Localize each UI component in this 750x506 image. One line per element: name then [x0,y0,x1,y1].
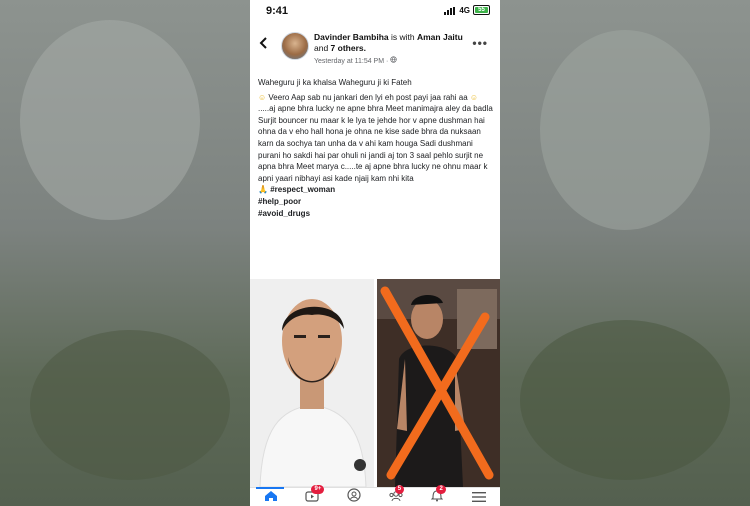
background-right [500,0,750,506]
tab-profile[interactable] [344,488,364,506]
post-meta: Yesterday at 11:54 PM · [314,56,397,65]
battery-icon: 55 [473,5,490,15]
phone-screen: 9:41 4G 55 Davinder Bambiha is with Aman… [250,0,500,506]
and-text: and [314,43,331,53]
more-options-icon[interactable]: ••• [472,36,488,50]
hashtag-link[interactable]: #avoid_drugs [258,209,310,218]
tab-home[interactable] [261,489,281,506]
photo-crossed-out-man[interactable] [377,279,500,487]
post-timestamp[interactable]: Yesterday at 11:54 PM [314,58,384,65]
author-name[interactable]: Davinder Bambiha [314,32,389,42]
post-header: Davinder Bambiha is with Aman Jaitu and … [250,26,500,70]
avatar[interactable] [281,32,309,60]
profile-icon [347,488,361,506]
post-paragraph: .....aj apne bhra lucky ne apne bhra Mee… [258,104,493,183]
network-label: 4G [459,5,470,15]
hashtag-link[interactable]: #help_poor [258,197,301,206]
hashtag-link[interactable]: #respect_woman [270,185,335,194]
photo-grid [250,279,500,487]
back-chevron-icon[interactable] [259,36,267,54]
hamburger-menu-icon [472,489,487,506]
tab-groups[interactable]: 5 [386,484,406,505]
tab-menu[interactable] [469,491,489,505]
tagged-name[interactable]: Aman Jaitu [417,32,463,42]
home-icon [264,489,278,506]
post-body: Waheguru ji ka khalsa Waheguru ji ki Fat… [258,77,494,219]
notifications-badge: 2 [436,484,446,494]
watch-badge: 9+ [311,484,325,494]
tagged-others[interactable]: 7 others. [331,43,366,53]
groups-badge: 5 [394,484,405,494]
status-bar: 9:41 4G 55 [250,0,500,22]
smiley-emoji-icon: ☺ [469,92,479,102]
pointing-emoji-icon: ☺ [258,92,267,102]
post-line-2: Veero Aap sab nu jankari den lyi eh post… [268,92,468,102]
battery-level: 55 [478,7,485,13]
photo-man-portrait[interactable] [250,279,374,487]
post-line-1: Waheguru ji ka khalsa Waheguru ji ki Fat… [258,78,412,87]
praying-hands-icon: 🙏 [258,185,268,195]
signal-icon [444,6,456,15]
active-tab-indicator [256,487,284,489]
with-text: is with [388,32,417,42]
tab-watch[interactable]: 9+ [302,484,325,505]
bottom-tab-bar: 9+ 5 2 [250,484,500,506]
background-left [0,0,250,506]
globe-icon [390,56,397,65]
tab-notifications[interactable]: 2 [427,484,447,505]
status-time: 9:41 [266,5,289,17]
post-author-line: Davinder Bambiha is with Aman Jaitu and … [314,32,464,54]
